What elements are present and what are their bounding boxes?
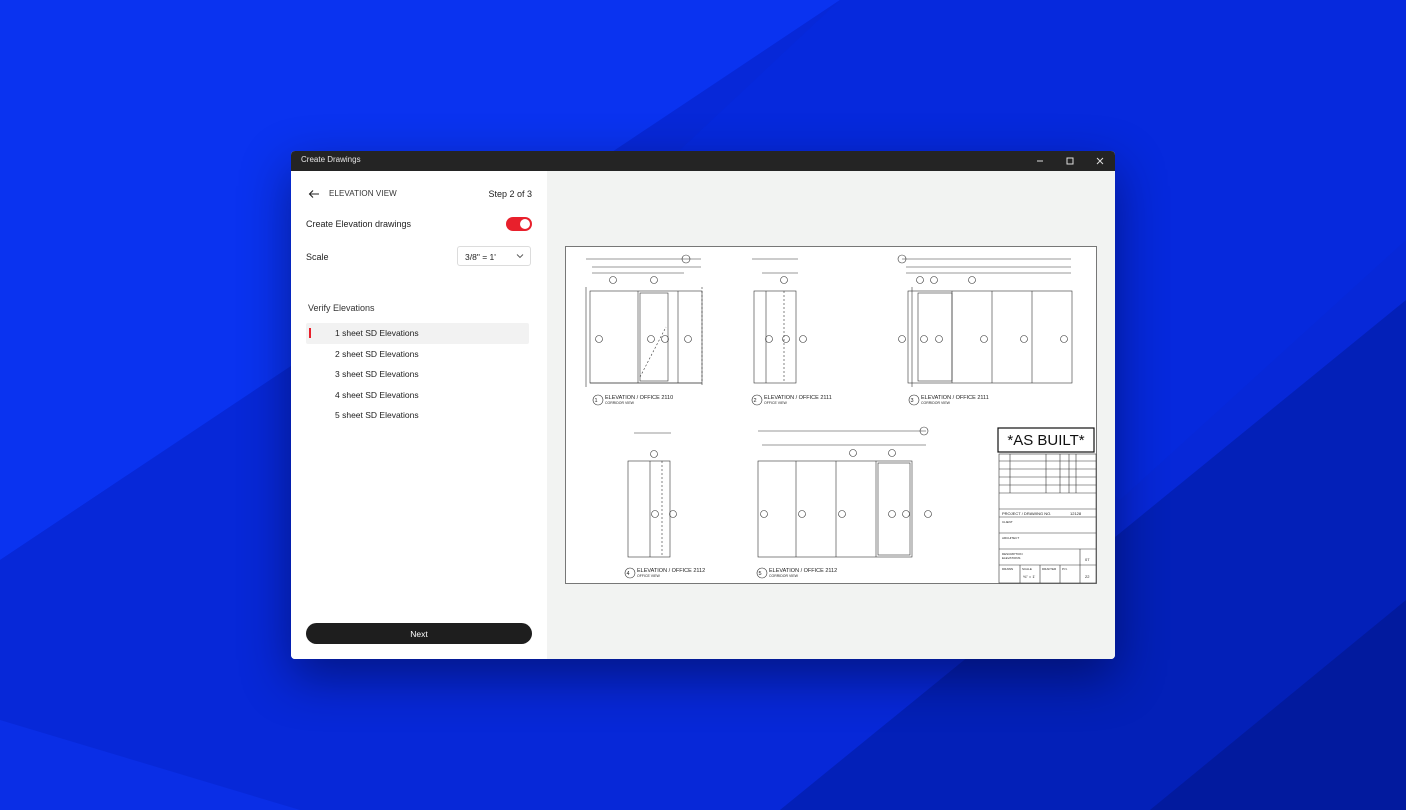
- drawing-sheet: *AS BUILT* 1 ELEVATION / OFFICE 2110 COR…: [565, 246, 1097, 584]
- maximize-icon: [1066, 157, 1074, 165]
- scale-dropdown[interactable]: 3/8" = 1': [457, 246, 531, 266]
- list-item-label: 1 sheet SD Elevations: [335, 328, 419, 338]
- chevron-down-icon: [516, 254, 524, 259]
- elevation-3-drawing: [897, 254, 1073, 406]
- back-button[interactable]: [307, 187, 321, 201]
- scale-label: Scale: [306, 252, 329, 262]
- create-drawings-window: Create Drawings ELEVATION VIEW Step 2 of…: [291, 151, 1115, 659]
- pn-label: P.N.: [1062, 567, 1068, 571]
- minimize-icon: [1037, 160, 1043, 162]
- project-number: 12128: [1070, 511, 1082, 516]
- settings-panel: ELEVATION VIEW Step 2 of 3 Create Elevat…: [291, 171, 547, 659]
- title-bar: Create Drawings: [291, 151, 1115, 171]
- list-item-label: 4 sheet SD Elevations: [335, 389, 419, 400]
- title-block-drawing: [998, 453, 1097, 584]
- drawn-label: DRAWN: [1002, 567, 1013, 571]
- scale-value: 3/8" = 1': [465, 252, 496, 262]
- view-subtitle: CORRIDOR VIEW: [769, 574, 799, 578]
- elevation-1-drawing: [585, 254, 703, 406]
- step-indicator: Step 2 of 3: [488, 189, 532, 199]
- list-item[interactable]: 2 sheet SD Elevations: [306, 344, 529, 365]
- window-title: Create Drawings: [301, 155, 361, 164]
- arrow-left-icon: [308, 190, 319, 198]
- list-item-label: 3 sheet SD Elevations: [335, 369, 419, 379]
- view-number: 5: [758, 571, 761, 577]
- view-subtitle: CORRIDOR VIEW: [921, 401, 951, 405]
- view-subtitle: OFFICE VIEW: [764, 401, 787, 405]
- scale-label: SCALE: [1022, 567, 1032, 571]
- view-number: 1: [594, 398, 597, 404]
- elevations-list: 1 sheet SD Elevations 2 sheet SD Elevati…: [306, 323, 529, 426]
- client-label: CLIENT: [1002, 520, 1013, 524]
- list-item-label: 5 sheet SD Elevations: [335, 410, 419, 420]
- selected-marker: [309, 328, 311, 338]
- minimize-button[interactable]: [1025, 151, 1055, 171]
- architect-label: ARCHITECT: [1002, 536, 1019, 540]
- maximize-button[interactable]: [1055, 151, 1085, 171]
- view-number: 4: [626, 571, 629, 577]
- drafter-label: DRAFTER: [1042, 567, 1057, 571]
- drawing-preview: *AS BUILT* 1 ELEVATION / OFFICE 2110 COR…: [547, 171, 1115, 659]
- view-subtitle: CORRIDOR VIEW: [605, 401, 635, 405]
- sheet-total: 22: [1085, 574, 1090, 579]
- list-item[interactable]: 5 sheet SD Elevations: [306, 405, 529, 426]
- description-value: ELEVATIONS: [1002, 556, 1020, 560]
- elevation-drawing: *AS BUILT* 1 ELEVATION / OFFICE 2110 COR…: [585, 254, 1097, 584]
- project-label: PROJECT / DRAWING NO.: [1002, 511, 1051, 516]
- view-title: ELEVATION VIEW: [329, 189, 397, 198]
- sheet-number: 07: [1085, 557, 1090, 562]
- scale-value: ⅜" = 1': [1023, 574, 1036, 579]
- elevation-5-drawing: [756, 426, 932, 579]
- list-item[interactable]: 4 sheet SD Elevations: [306, 385, 529, 406]
- toggle-knob: [520, 219, 530, 229]
- view-number: 2: [753, 398, 756, 404]
- close-icon: [1096, 157, 1104, 165]
- elevation-2-drawing: [751, 258, 807, 406]
- view-subtitle: OFFICE VIEW: [637, 574, 660, 578]
- as-built-stamp: *AS BUILT*: [1007, 432, 1084, 449]
- list-item[interactable]: 1 sheet SD Elevations: [306, 323, 529, 344]
- next-button[interactable]: Next: [306, 623, 532, 644]
- close-button[interactable]: [1085, 151, 1115, 171]
- verify-elevations-title: Verify Elevations: [308, 303, 375, 313]
- list-item-label: 2 sheet SD Elevations: [335, 348, 419, 359]
- create-elevation-toggle[interactable]: [506, 217, 532, 231]
- view-number: 3: [910, 398, 913, 404]
- create-elevation-label: Create Elevation drawings: [306, 219, 412, 229]
- elevation-4-drawing: [624, 432, 677, 579]
- list-item[interactable]: 3 sheet SD Elevations: [306, 364, 529, 385]
